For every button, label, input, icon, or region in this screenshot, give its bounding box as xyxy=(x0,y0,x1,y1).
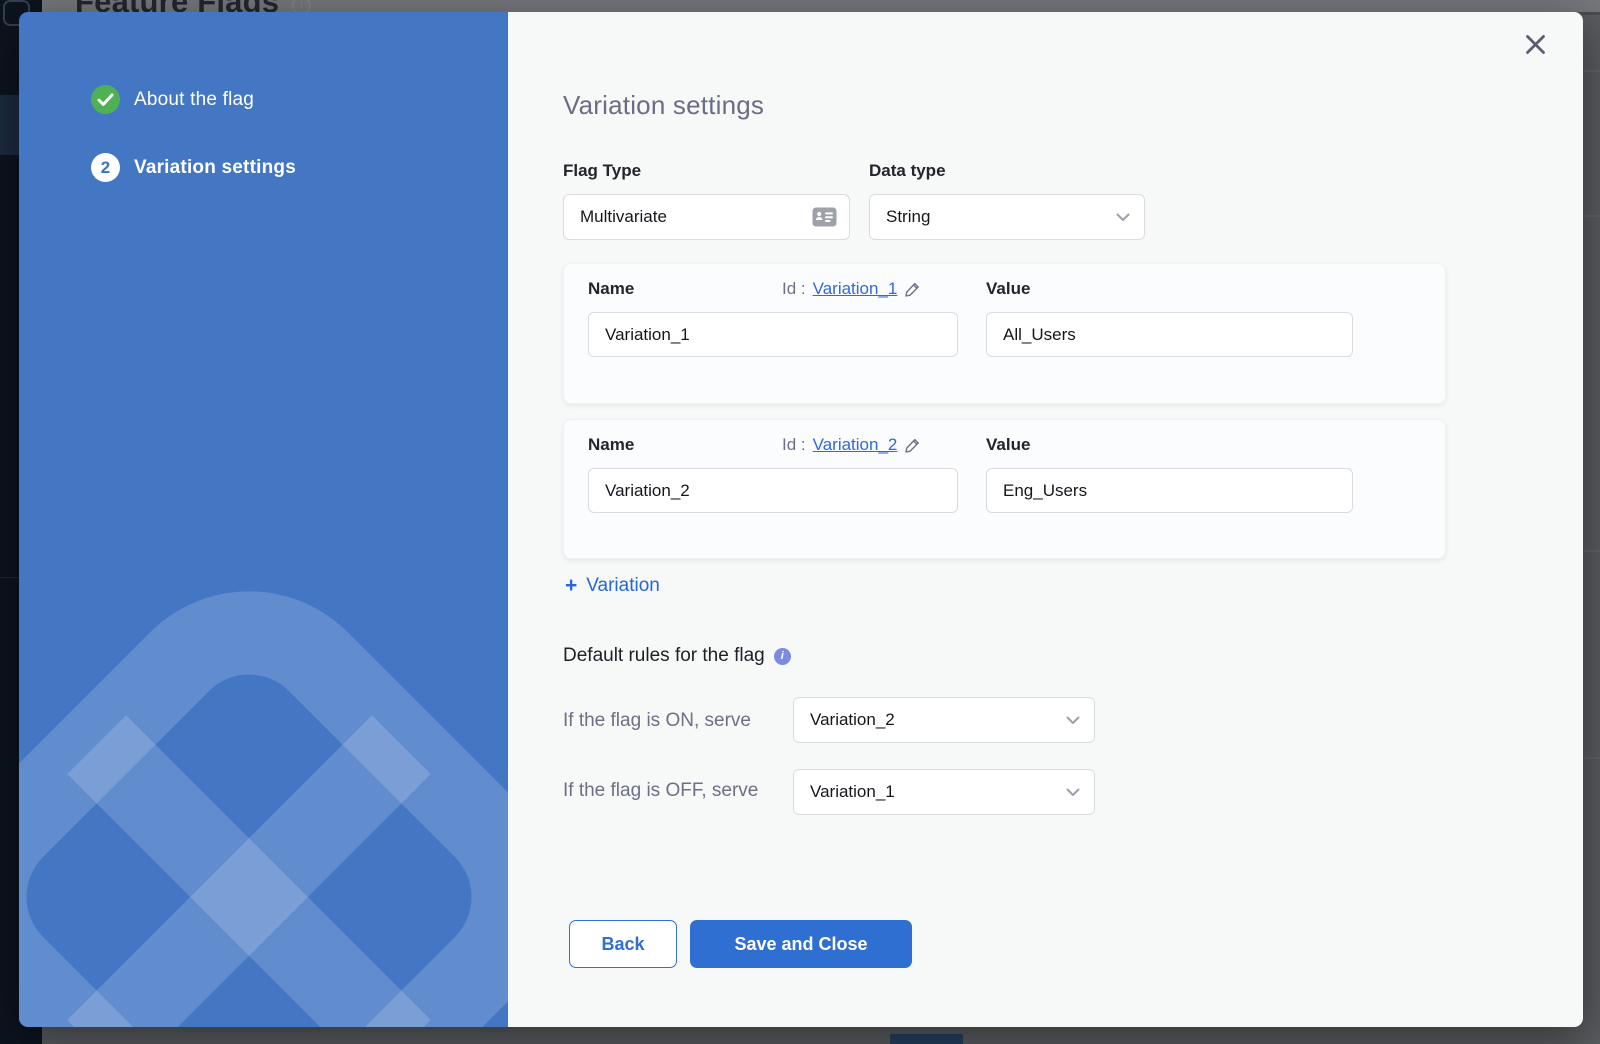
add-variation-button[interactable]: + Variation xyxy=(565,575,660,597)
chevron-down-icon xyxy=(1066,716,1080,725)
variation-name-input[interactable] xyxy=(588,312,958,357)
backdrop-row-divider xyxy=(1583,757,1600,759)
panel-title: Variation settings xyxy=(563,90,764,121)
create-flag-modal: About the flag 2 Variation settings Vari… xyxy=(19,12,1583,1027)
backdrop-row-divider xyxy=(1583,215,1600,217)
wizard-step-about-the-flag[interactable]: About the flag xyxy=(91,85,254,114)
data-type-select[interactable]: String xyxy=(869,194,1145,240)
plus-icon: + xyxy=(565,576,577,596)
variation-id-row: Id : Variation_1 xyxy=(782,279,921,299)
save-and-close-button[interactable]: Save and Close xyxy=(690,920,912,968)
add-variation-label: Variation xyxy=(586,575,660,597)
variation-value-input[interactable] xyxy=(986,468,1353,513)
default-rules-title-text: Default rules for the flag xyxy=(563,645,765,667)
info-icon: i xyxy=(774,648,791,665)
edit-pencil-icon[interactable] xyxy=(904,437,921,454)
value-label: Value xyxy=(986,435,1030,455)
backdrop-button-fragment xyxy=(890,1034,963,1044)
wizard-step-variation-settings[interactable]: 2 Variation settings xyxy=(91,153,296,182)
flag-type-label: Flag Type xyxy=(563,161,641,181)
variation-id-link[interactable]: Variation_1 xyxy=(813,279,898,299)
flag-off-serve-select[interactable]: Variation_1 xyxy=(793,769,1095,815)
back-button[interactable]: Back xyxy=(569,920,677,968)
variation-settings-panel: Variation settings Flag Type Data type S… xyxy=(508,12,1583,1027)
flag-on-rule-label: If the flag is ON, serve xyxy=(563,697,751,743)
variation-id-row: Id : Variation_2 xyxy=(782,435,921,455)
variation-id-link[interactable]: Variation_2 xyxy=(813,435,898,455)
multivariate-card-icon xyxy=(812,207,837,232)
flag-type-input[interactable] xyxy=(563,194,850,240)
step-label: Variation settings xyxy=(134,157,296,179)
id-prefix-label: Id : xyxy=(782,435,806,455)
flag-on-serve-select[interactable]: Variation_2 xyxy=(793,697,1095,743)
flag-on-selected-value: Variation_2 xyxy=(810,710,895,730)
flag-logo-watermark xyxy=(19,577,508,1027)
step-label: About the flag xyxy=(134,89,254,111)
data-type-label: Data type xyxy=(869,161,946,181)
step-number-badge: 2 xyxy=(91,153,120,182)
variation-name-input[interactable] xyxy=(588,468,958,513)
chevron-down-icon xyxy=(1066,788,1080,797)
default-rules-heading: Default rules for the flag i xyxy=(563,645,791,667)
data-type-selected-value: String xyxy=(886,207,930,227)
id-prefix-label: Id : xyxy=(782,279,806,299)
variation-value-input[interactable] xyxy=(986,312,1353,357)
backdrop-row-divider xyxy=(1583,550,1600,552)
step-complete-check-icon xyxy=(91,85,120,114)
wizard-step-panel: About the flag 2 Variation settings xyxy=(19,12,508,1027)
edit-pencil-icon[interactable] xyxy=(904,281,921,298)
flag-type-field xyxy=(563,194,850,240)
page-header-strip: Feature Flags i xyxy=(42,0,1600,12)
flag-off-rule-label: If the flag is OFF, serve xyxy=(563,777,778,804)
chevron-down-icon xyxy=(1116,213,1130,222)
close-icon[interactable] xyxy=(1521,30,1549,58)
value-label: Value xyxy=(986,279,1030,299)
name-label: Name xyxy=(588,435,634,455)
flag-off-selected-value: Variation_1 xyxy=(810,782,895,802)
backdrop-row-divider xyxy=(1583,70,1600,72)
variation-card-2: Name Id : Variation_2 Value xyxy=(563,419,1446,559)
name-label: Name xyxy=(588,279,634,299)
variation-card-1: Name Id : Variation_1 Value xyxy=(563,263,1446,404)
